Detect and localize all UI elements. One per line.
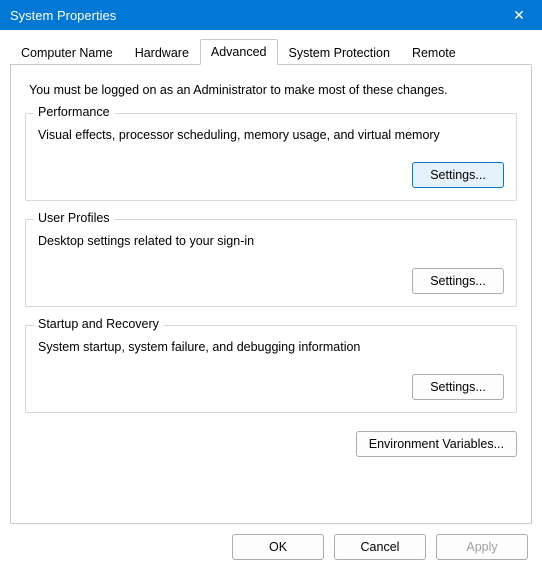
groupbox-startup-recovery-desc: System startup, system failure, and debu…: [38, 340, 504, 354]
tab-computer-name[interactable]: Computer Name: [10, 40, 124, 65]
cancel-button[interactable]: Cancel: [334, 534, 426, 560]
tab-content-advanced: You must be logged on as an Administrato…: [10, 64, 532, 524]
tab-remote[interactable]: Remote: [401, 40, 467, 65]
groupbox-user-profiles: User Profiles Desktop settings related t…: [25, 219, 517, 307]
tab-hardware[interactable]: Hardware: [124, 40, 200, 65]
user-profiles-settings-button[interactable]: Settings...: [412, 268, 504, 294]
ok-button[interactable]: OK: [232, 534, 324, 560]
titlebar[interactable]: System Properties ✕: [0, 0, 542, 30]
performance-settings-button[interactable]: Settings...: [412, 162, 504, 188]
tab-advanced[interactable]: Advanced: [200, 39, 278, 65]
groupbox-user-profiles-desc: Desktop settings related to your sign-in: [38, 234, 504, 248]
close-icon: ✕: [513, 7, 525, 24]
admin-note: You must be logged on as an Administrato…: [25, 83, 517, 97]
groupbox-user-profiles-title: User Profiles: [34, 211, 114, 225]
startup-recovery-settings-button[interactable]: Settings...: [412, 374, 504, 400]
tab-strip: Computer Name Hardware Advanced System P…: [0, 30, 542, 64]
dialog-buttons: OK Cancel Apply: [0, 534, 542, 572]
groupbox-performance-desc: Visual effects, processor scheduling, me…: [38, 128, 504, 142]
groupbox-performance: Performance Visual effects, processor sc…: [25, 113, 517, 201]
environment-variables-button[interactable]: Environment Variables...: [356, 431, 517, 457]
close-button[interactable]: ✕: [496, 0, 542, 30]
groupbox-performance-title: Performance: [34, 105, 114, 119]
window-title: System Properties: [10, 8, 116, 23]
groupbox-startup-recovery-title: Startup and Recovery: [34, 317, 163, 331]
groupbox-startup-recovery: Startup and Recovery System startup, sys…: [25, 325, 517, 413]
apply-button[interactable]: Apply: [436, 534, 528, 560]
tab-system-protection[interactable]: System Protection: [278, 40, 401, 65]
